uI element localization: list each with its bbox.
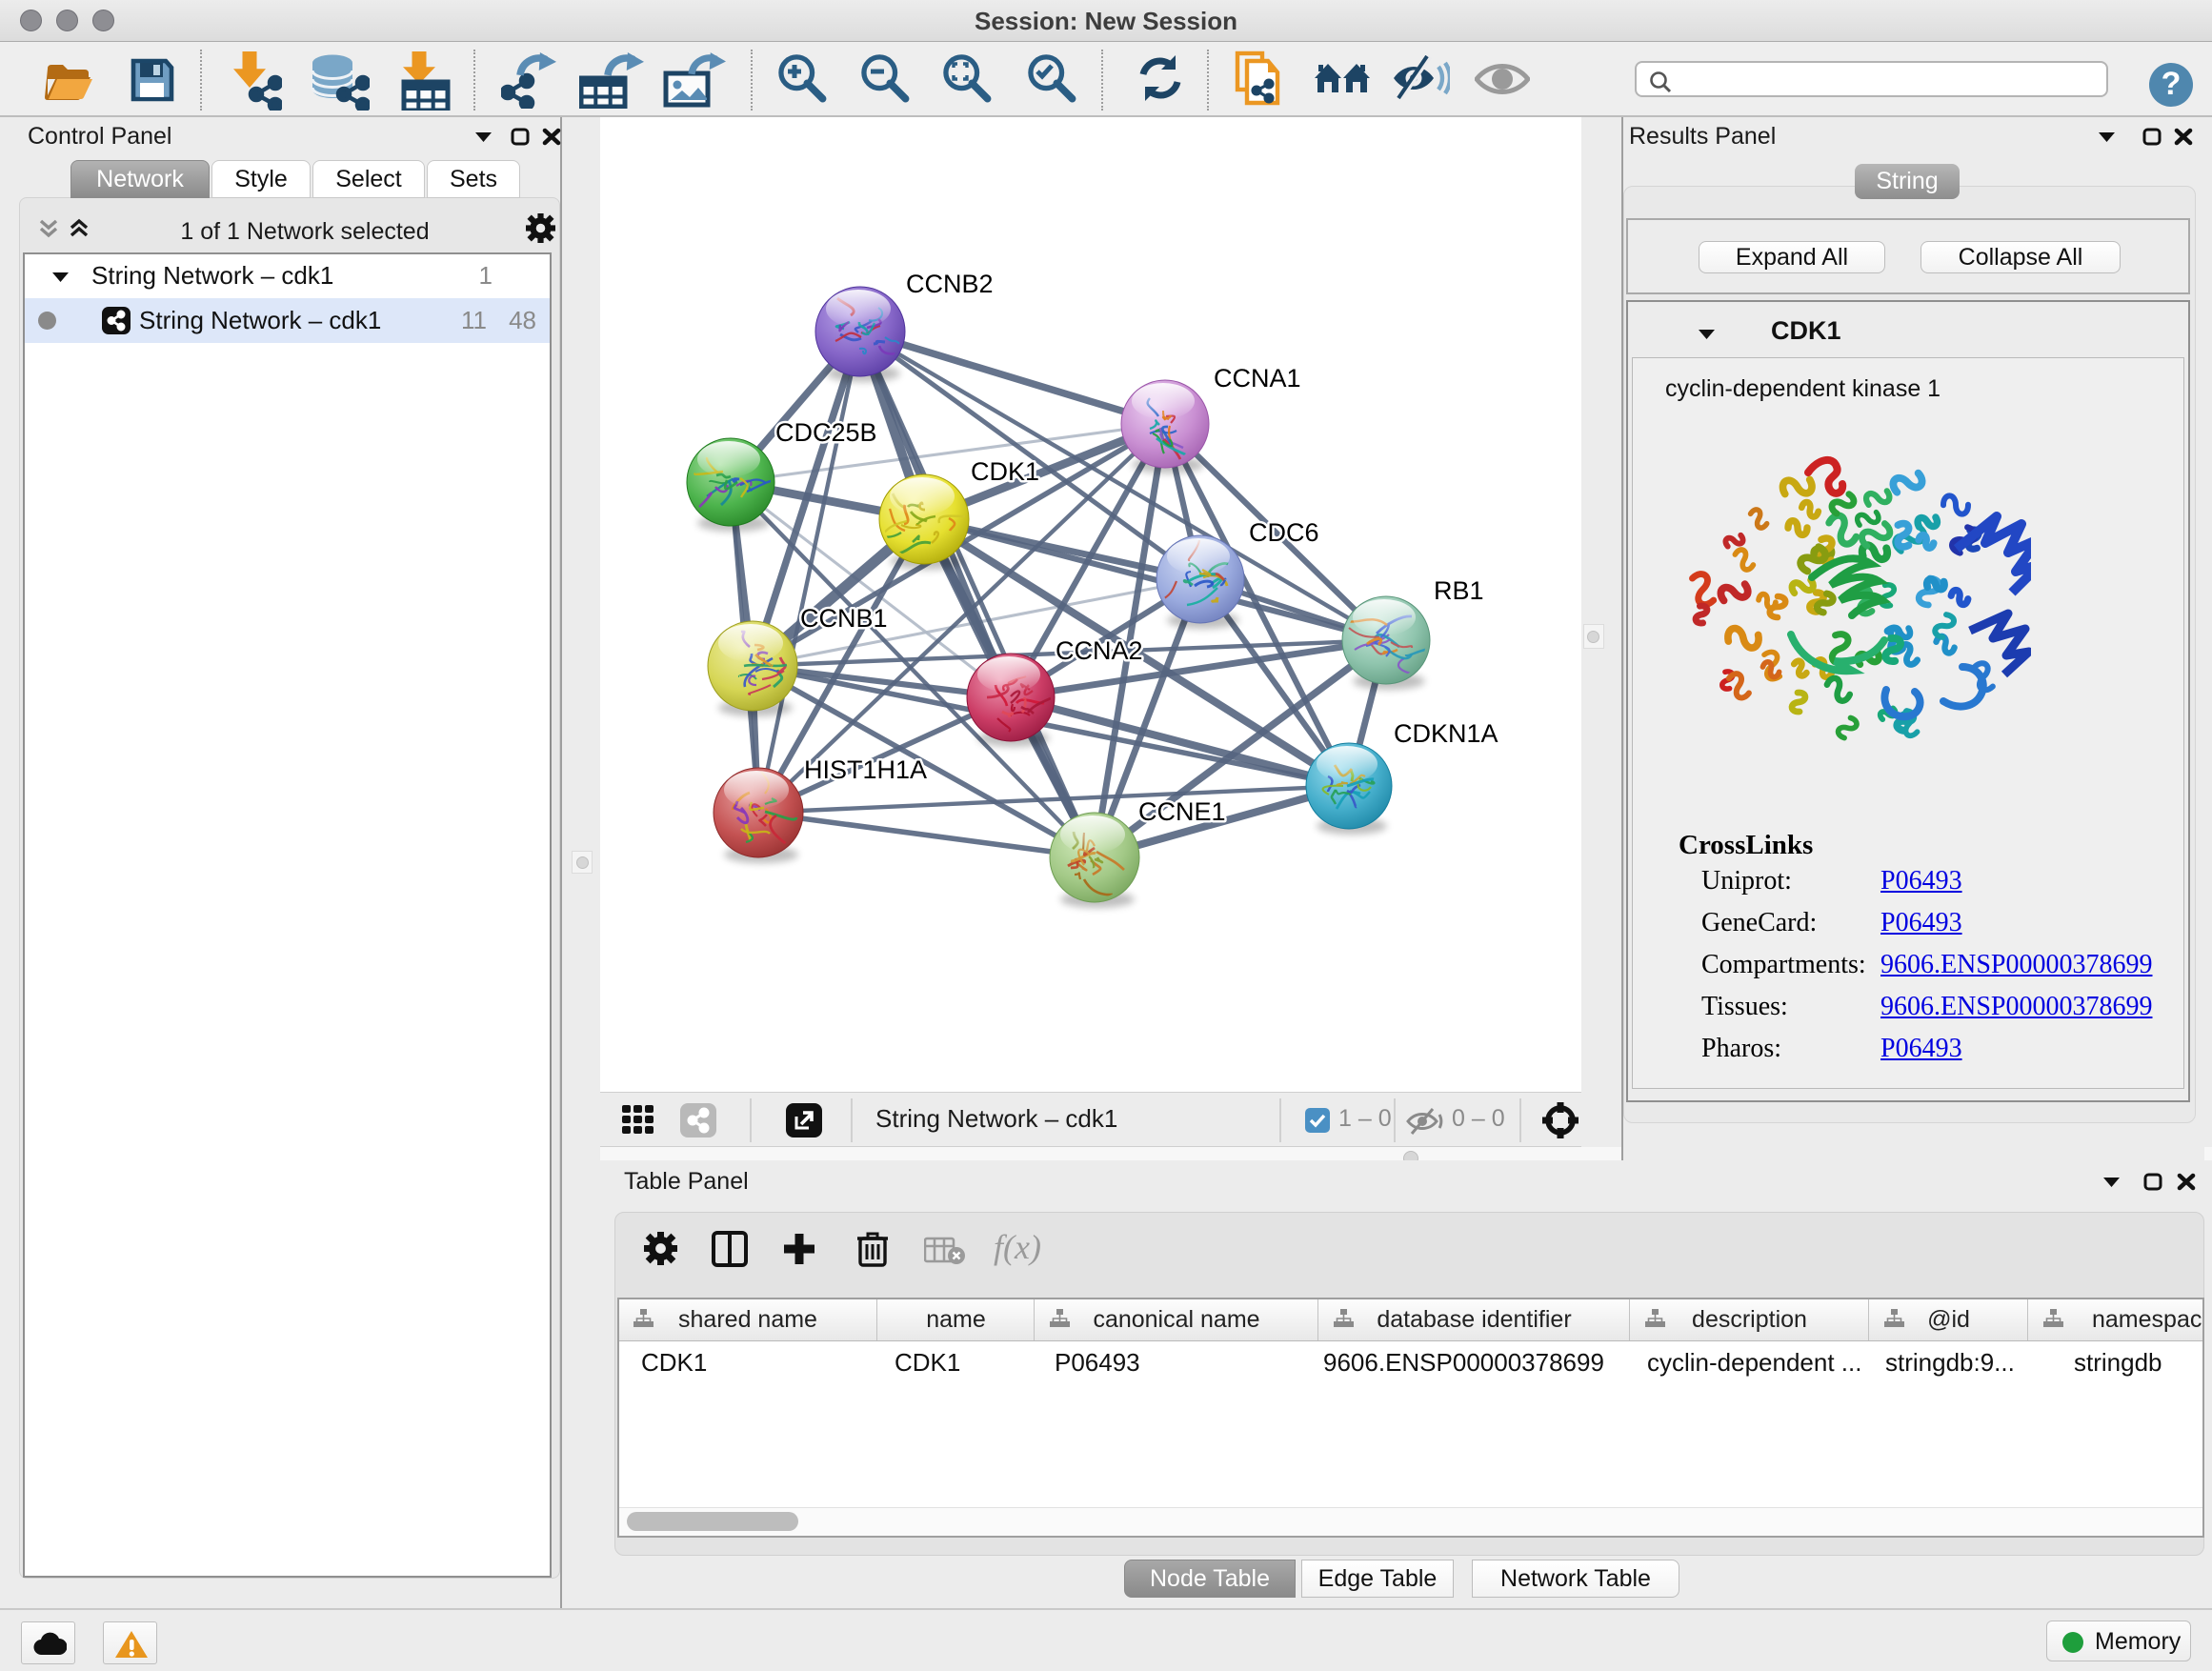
svg-text:CDC6: CDC6 (1249, 518, 1319, 547)
svg-text:CDK1: CDK1 (971, 457, 1039, 486)
svg-text:CDKN1A: CDKN1A (1394, 719, 1498, 748)
svg-text:CCNA2: CCNA2 (1056, 636, 1143, 665)
svg-text:HIST1H1A: HIST1H1A (804, 755, 927, 784)
svg-text:CDC25B: CDC25B (775, 418, 877, 447)
svg-text:RB1: RB1 (1434, 576, 1484, 605)
svg-text:CCNE1: CCNE1 (1138, 797, 1226, 826)
svg-text:CCNA1: CCNA1 (1214, 364, 1301, 393)
svg-text:CCNB2: CCNB2 (906, 270, 994, 298)
svg-text:CCNB1: CCNB1 (800, 604, 888, 633)
svg-text:f(x): f(x) (994, 1229, 1041, 1266)
